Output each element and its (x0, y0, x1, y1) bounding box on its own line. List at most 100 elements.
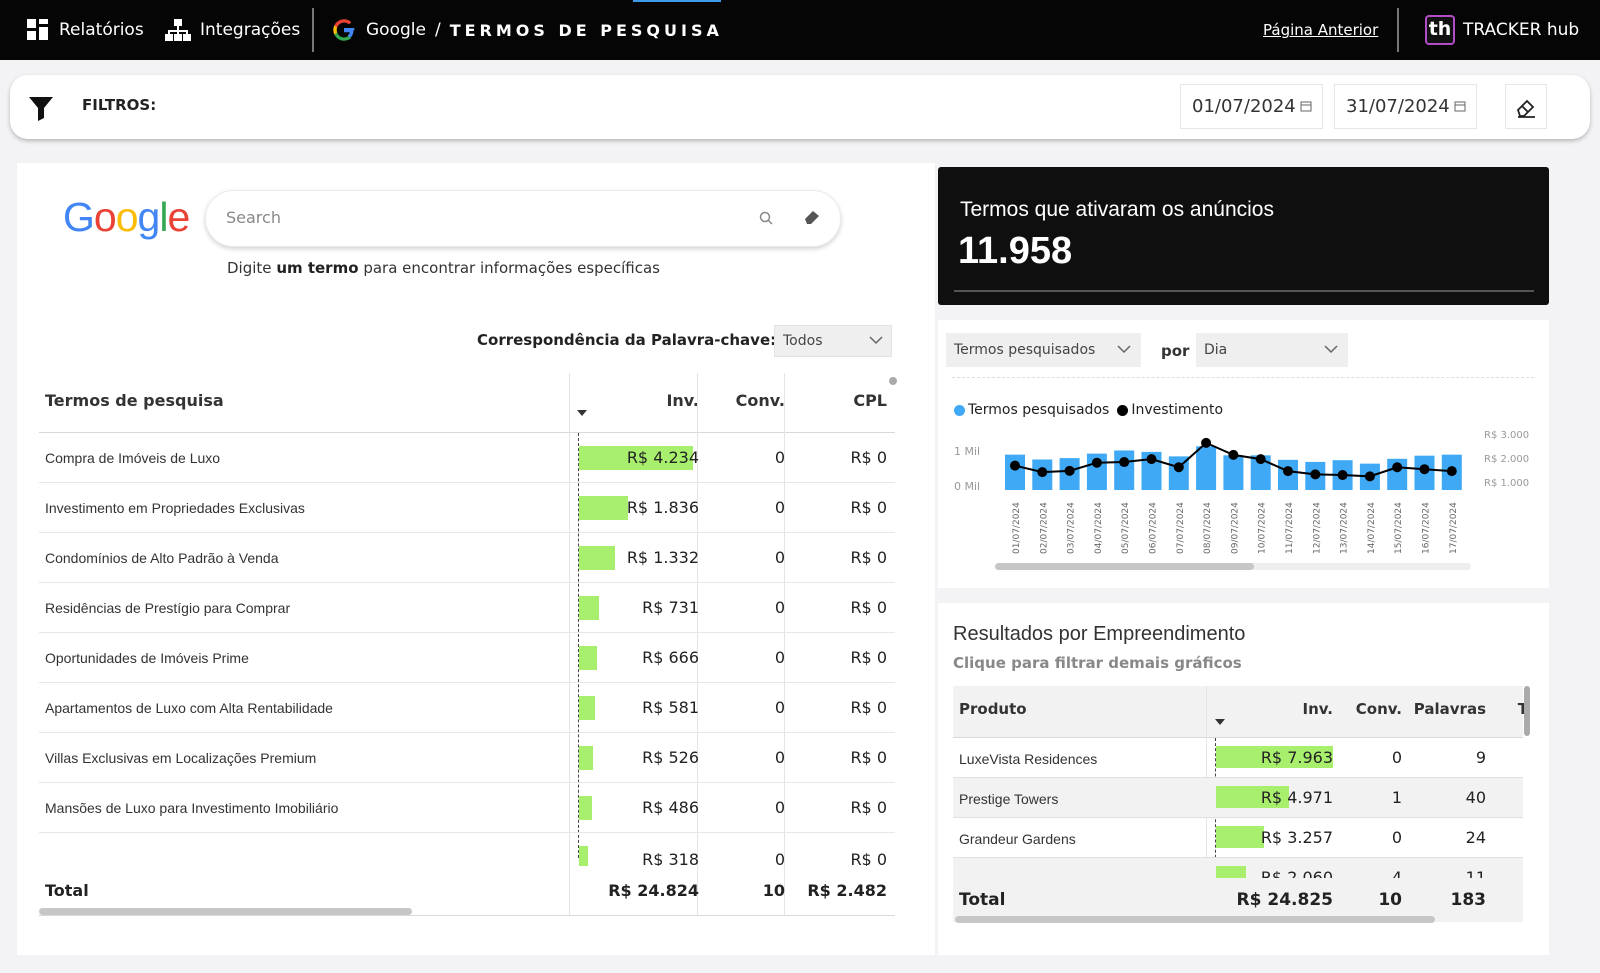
product-cell: Prestige Towers (959, 791, 1059, 807)
reports-nav-button[interactable]: Relatórios (26, 0, 144, 60)
breadcrumb-source: Google (366, 20, 426, 40)
table-row[interactable]: LuxeVista Residences R$ 7.963 0 9 (953, 738, 1523, 778)
search-box[interactable] (205, 190, 841, 247)
google-g-icon (333, 19, 355, 41)
start-date-field[interactable]: 01/07/2024 (1180, 84, 1323, 129)
horizontal-scrollbar[interactable] (955, 916, 1435, 923)
table-row[interactable]: Condomínios de Alto Padrão à Venda R$ 1.3… (39, 533, 895, 583)
nav-divider-right (1397, 8, 1399, 52)
cpl-cell: R$ 0 (850, 648, 887, 667)
combo-chart: 1 Mil 0 Mil R$ 3.000 R$ 2.000 R$ 1.000 01/07/… (954, 430, 1529, 570)
inv-bar (579, 546, 615, 570)
chevron-down-icon (869, 336, 883, 345)
data-bar (1196, 446, 1217, 490)
column-header-cpl[interactable]: CPL (853, 391, 887, 410)
calendar-icon[interactable] (1454, 100, 1466, 112)
table-row-partial[interactable]: R$ 2.060 4 11 (953, 858, 1523, 878)
table-row[interactable]: Residências de Prestígio para Comprar R$ … (39, 583, 895, 633)
clear-filters-button[interactable] (1505, 84, 1547, 129)
divider (952, 377, 1534, 378)
x-axis-tick: 06/07/2024 (1149, 502, 1159, 554)
column-header-inv[interactable]: Inv. (666, 391, 699, 410)
column-header-words[interactable]: Palavras (1414, 700, 1486, 718)
term-cell: Apartamentos de Luxo com Alta Rentabilid… (45, 700, 333, 716)
search-icon[interactable] (759, 211, 773, 225)
reports-nav-label: Relatórios (59, 20, 144, 40)
calendar-icon[interactable] (1300, 100, 1312, 112)
term-cell: Investimento em Propriedades Exclusivas (45, 500, 305, 516)
cpl-cell: R$ 0 (850, 748, 887, 767)
end-date-field[interactable]: 31/07/2024 (1334, 84, 1477, 129)
inv-cell: R$ 486 (642, 798, 699, 817)
table-row[interactable]: Grandeur Gardens R$ 3.257 0 24 (953, 818, 1523, 858)
conv-cell: 0 (774, 648, 785, 667)
legend-label[interactable]: Termos pesquisados (968, 402, 1109, 418)
keyword-match-label: Correspondência da Palavra-chave: (477, 331, 777, 349)
eraser-icon[interactable] (803, 209, 821, 225)
x-axis-tick: 14/07/2024 (1367, 502, 1377, 554)
integrations-nav-button[interactable]: Integrações (165, 0, 300, 60)
x-axis-tick: 12/07/2024 (1312, 502, 1322, 554)
inv-cell: R$ 1.836 (626, 498, 699, 517)
conv-cell: 0 (774, 850, 785, 866)
table-row[interactable]: Villas Exclusivas em Localizações Premiu… (39, 733, 895, 783)
cpl-cell: R$ 0 (850, 798, 887, 817)
cpl-cell: R$ 0 (850, 850, 887, 866)
search-input[interactable] (226, 208, 706, 227)
column-header-product[interactable]: Produto (959, 700, 1027, 718)
inv-cell: R$ 7.963 (1260, 748, 1333, 767)
product-cell: Grandeur Gardens (959, 831, 1076, 847)
column-header-conv[interactable]: Conv. (1356, 700, 1402, 718)
table-row[interactable]: Prestige Towers R$ 4.971 1 40 (953, 778, 1523, 818)
chevron-down-icon (1324, 345, 1338, 354)
data-point (1173, 462, 1184, 473)
inv-cell: R$ 666 (642, 648, 699, 667)
data-point (1091, 457, 1102, 468)
conv-cell: 0 (774, 748, 785, 767)
conv-cell: 0 (774, 798, 785, 817)
inv-bar (579, 796, 592, 820)
start-date-value: 01/07/2024 (1192, 96, 1296, 117)
total-inv: R$ 24.824 (608, 881, 699, 900)
conv-cell: 0 (1391, 748, 1402, 767)
x-axis-tick: 04/07/2024 (1094, 502, 1104, 554)
conv-cell: 1 (1391, 788, 1402, 807)
table-row[interactable]: Oportunidades de Imóveis Prime R$ 666 0 R$ … (39, 633, 895, 683)
page-breadcrumb: Google / TERMOS DE PESQUISA (332, 0, 723, 60)
kpi-label: Termos que ativaram os anúncios (960, 198, 1274, 221)
cpl-cell: R$ 0 (850, 598, 887, 617)
period-dropdown[interactable]: Dia (1196, 333, 1348, 367)
previous-page-link[interactable]: Página Anterior (1263, 0, 1378, 60)
table-row[interactable]: Mansões de Luxo para Investimento Imobil… (39, 783, 895, 833)
total-label: Total (45, 881, 89, 900)
vertical-scrollbar[interactable] (1524, 686, 1530, 736)
words-cell: 40 (1465, 788, 1486, 807)
column-header-conv[interactable]: Conv. (736, 391, 785, 410)
table-row[interactable]: Compra de Imóveis de Luxo R$ 4.234 0 R$ 0 (39, 433, 895, 483)
search-hint-bold: um termo (276, 259, 359, 277)
inv-bar (579, 746, 593, 770)
table-row-partial[interactable]: R$ 318 0 R$ 0 (39, 833, 895, 866)
metric-dropdown[interactable]: Termos pesquisados (946, 333, 1141, 367)
inv-cell: R$ 3.257 (1260, 828, 1333, 847)
legend-label[interactable]: Investimento (1131, 402, 1223, 418)
data-point (1419, 464, 1430, 475)
table-header: Produto Inv. Conv. Palavras T (953, 686, 1528, 738)
kpi-card: Termos que ativaram os anúncios 11.958 (938, 167, 1549, 305)
funnel-icon (29, 97, 53, 121)
horizontal-scrollbar[interactable] (39, 908, 412, 915)
conv-cell: 0 (774, 548, 785, 567)
column-header-inv[interactable]: Inv. (1302, 700, 1333, 718)
column-header-term[interactable]: Termos de pesquisa (45, 391, 224, 410)
sort-desc-icon[interactable] (1215, 719, 1225, 725)
por-label: por (1161, 342, 1190, 360)
data-point (1201, 437, 1212, 448)
data-point (1064, 465, 1075, 476)
sort-desc-icon[interactable] (577, 410, 587, 416)
chevron-down-icon (1117, 345, 1131, 354)
table-row[interactable]: Apartamentos de Luxo com Alta Rentabilid… (39, 683, 895, 733)
integrations-nav-label: Integrações (200, 20, 301, 40)
data-point (1146, 454, 1157, 465)
keyword-match-dropdown[interactable]: Todos (774, 325, 892, 357)
table-row[interactable]: Investimento em Propriedades Exclusivas R… (39, 483, 895, 533)
